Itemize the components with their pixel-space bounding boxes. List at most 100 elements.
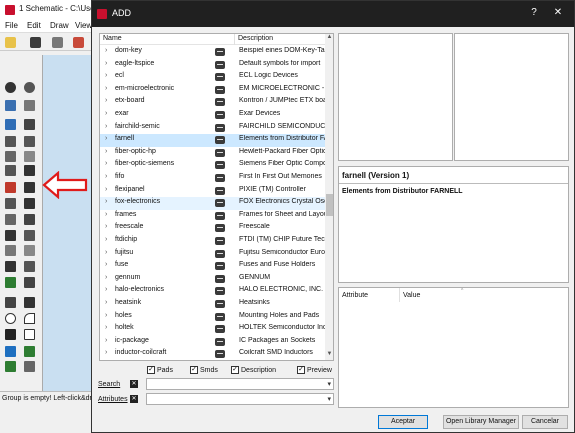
menu-draw[interactable]: Draw <box>50 21 69 30</box>
menu-edit[interactable]: Edit <box>27 21 41 30</box>
bus-icon[interactable] <box>24 346 35 357</box>
open-icon[interactable] <box>5 37 16 48</box>
scroll-thumb[interactable] <box>326 194 333 216</box>
library-row[interactable]: › farnell Elements from Distributor FAR <box>100 134 325 147</box>
library-row[interactable]: › frames Frames for Sheet and Layou <box>100 210 325 223</box>
chevron-right-icon[interactable]: › <box>105 123 107 130</box>
save-icon[interactable] <box>30 37 41 48</box>
optimize-icon[interactable] <box>5 245 16 256</box>
mirror-icon[interactable] <box>5 136 16 147</box>
scroll-up-icon[interactable]: ▲ <box>325 34 333 43</box>
replace-icon[interactable] <box>24 182 35 193</box>
library-row[interactable]: › dom-key Beispiel eines DOM-Key-Ta <box>100 46 325 59</box>
library-row[interactable]: › heatsink Heatsinks <box>100 298 325 311</box>
library-row[interactable]: › fuse Fuses and Fuse Holders <box>100 260 325 273</box>
smds-checkbox[interactable]: ✓ <box>190 366 198 374</box>
chevron-right-icon[interactable]: › <box>105 274 107 281</box>
cancel-button[interactable]: Cancelar <box>522 415 568 429</box>
chevron-right-icon[interactable]: › <box>105 148 107 155</box>
mark-icon[interactable] <box>24 100 35 111</box>
library-row[interactable]: › etx-board Kontron / JUMPtec ETX boa <box>100 96 325 109</box>
wire-icon[interactable] <box>5 297 16 308</box>
chevron-right-icon[interactable]: › <box>105 261 107 268</box>
copy-icon[interactable] <box>5 151 16 162</box>
chevron-down-icon[interactable]: ▾ <box>327 380 331 388</box>
label-icon[interactable] <box>24 261 35 272</box>
library-row[interactable]: › eagle-ltspice Default symbols for import <box>100 59 325 72</box>
text-icon[interactable] <box>24 297 35 308</box>
schematic-canvas[interactable] <box>42 55 93 391</box>
library-row[interactable]: › holes Mounting Holes and Pads <box>100 311 325 324</box>
library-row[interactable]: › ftdichip FTDI (TM) CHIP Future Tech <box>100 235 325 248</box>
chevron-right-icon[interactable]: › <box>105 186 107 193</box>
scroll-down-icon[interactable]: ▼ <box>325 351 333 360</box>
library-row[interactable]: › inductor-coilcraft Coilcraft SMD Inducto… <box>100 348 325 360</box>
chevron-right-icon[interactable]: › <box>105 349 107 356</box>
paste-icon[interactable] <box>24 151 35 162</box>
close-button[interactable]: ✕ <box>551 6 565 20</box>
smash-icon[interactable] <box>5 230 16 241</box>
search-input[interactable]: ▾ <box>146 378 334 390</box>
value-column-header[interactable]: Value <box>403 292 420 299</box>
rect-icon[interactable] <box>5 329 16 340</box>
chevron-down-icon[interactable]: ▾ <box>327 395 331 403</box>
invoke-icon[interactable] <box>5 214 16 225</box>
add-icon[interactable] <box>5 182 16 193</box>
cam-icon[interactable] <box>73 37 84 48</box>
split-icon[interactable] <box>24 230 35 241</box>
rotate-icon[interactable] <box>24 136 35 147</box>
library-row[interactable]: › em-microelectronic EM MICROELECTRONIC - … <box>100 84 325 97</box>
erc-icon[interactable] <box>5 277 16 288</box>
library-row[interactable]: › ecl ECL Logic Devices <box>100 71 325 84</box>
pads-checkbox[interactable]: ✓ <box>147 366 155 374</box>
library-row[interactable]: › fairchild-semic FAIRCHILD SEMICONDUCTOR <box>100 122 325 135</box>
move-icon[interactable] <box>24 119 35 130</box>
chevron-right-icon[interactable]: › <box>105 47 107 54</box>
library-row[interactable]: › fifo First In First Out Memories <box>100 172 325 185</box>
circle-icon[interactable] <box>5 313 16 324</box>
change-icon[interactable] <box>24 165 35 176</box>
library-row[interactable]: › gennum GENNUM <box>100 273 325 286</box>
value-icon[interactable] <box>24 214 35 225</box>
ok-button[interactable]: Aceptar <box>378 415 428 429</box>
layers-icon[interactable] <box>5 100 16 111</box>
library-row[interactable]: › exar Exar Devices <box>100 109 325 122</box>
help-button[interactable]: ? <box>527 6 541 20</box>
show-icon[interactable] <box>24 82 35 93</box>
polygon-icon[interactable] <box>24 329 35 340</box>
library-scrollbar[interactable]: ▲ ▼ <box>325 34 333 360</box>
chevron-right-icon[interactable]: › <box>105 135 107 142</box>
description-checkbox[interactable]: ✓ <box>231 366 239 374</box>
attribute-icon[interactable] <box>24 277 35 288</box>
library-list[interactable]: Name Description ^ › dom-key Beispiel eine… <box>99 33 334 361</box>
search-clear-icon[interactable]: ✕ <box>130 380 138 388</box>
pin-swap-icon[interactable] <box>24 198 35 209</box>
more-tools-icon[interactable] <box>24 361 35 372</box>
delete-icon[interactable] <box>5 165 16 176</box>
chevron-right-icon[interactable]: › <box>105 211 107 218</box>
chevron-right-icon[interactable]: › <box>105 223 107 230</box>
chevron-right-icon[interactable]: › <box>105 72 107 79</box>
attribute-column-header[interactable]: Attribute <box>342 292 368 299</box>
chevron-right-icon[interactable]: › <box>105 97 107 104</box>
preview-checkbox[interactable]: ✓ <box>297 366 305 374</box>
chevron-right-icon[interactable]: › <box>105 286 107 293</box>
chevron-right-icon[interactable]: › <box>105 160 107 167</box>
chevron-right-icon[interactable]: › <box>105 198 107 205</box>
chevron-right-icon[interactable]: › <box>105 173 107 180</box>
miter-icon[interactable] <box>24 245 35 256</box>
library-row[interactable]: › freescale Freescale <box>100 222 325 235</box>
library-row[interactable]: › fiber-optic-hp Hewlett-Packard Fiber Opt… <box>100 147 325 160</box>
arc-icon[interactable] <box>24 313 35 324</box>
junction-icon[interactable] <box>5 361 16 372</box>
chevron-right-icon[interactable]: › <box>105 337 107 344</box>
chevron-right-icon[interactable]: › <box>105 312 107 319</box>
chevron-right-icon[interactable]: › <box>105 60 107 67</box>
gate-swap-icon[interactable] <box>5 198 16 209</box>
library-row[interactable]: › fujitsu Fujitsu Semiconductor Europ <box>100 248 325 261</box>
open-library-manager-button[interactable]: Open Library Manager <box>443 415 519 429</box>
attributes-input[interactable]: ▾ <box>146 393 334 405</box>
library-row[interactable]: › fiber-optic-siemens Siemens Fiber Optic … <box>100 159 325 172</box>
chevron-right-icon[interactable]: › <box>105 299 107 306</box>
menu-view[interactable]: View <box>75 21 92 30</box>
